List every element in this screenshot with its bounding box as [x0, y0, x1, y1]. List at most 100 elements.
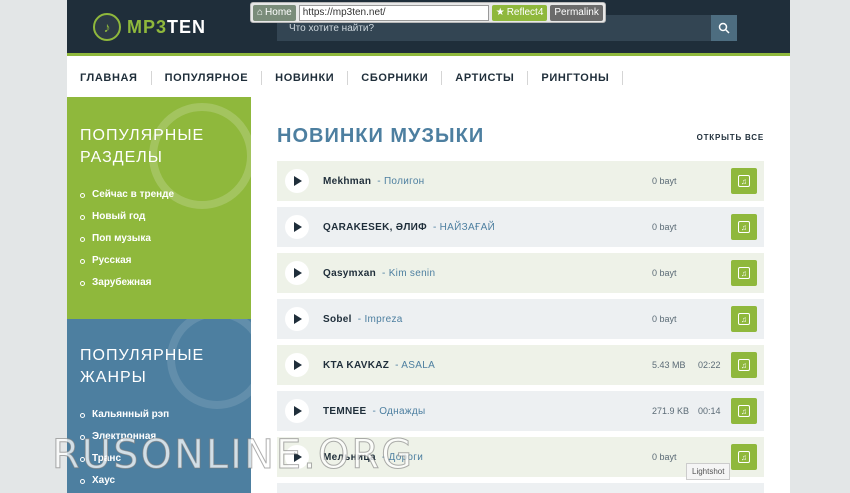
search-icon [718, 22, 730, 34]
site-container: ♪ MP3TEN ГЛАВНАЯ ПОПУЛЯРНОЕ НОВИНКИ СБОР… [67, 0, 790, 493]
download-button[interactable]: ♫ [731, 306, 757, 332]
genres-title: ПОПУЛЯРНЫЕ ЖАНРЫ [80, 345, 204, 389]
url-field[interactable]: https://mp3ten.net/ [298, 4, 489, 21]
bullet-icon [80, 192, 85, 198]
download-button[interactable]: ♫ [731, 398, 757, 424]
nav-item-artists[interactable]: АРТИСТЫ [442, 71, 529, 85]
lightshot-tooltip: Lightshot [686, 463, 731, 480]
nav-item-new[interactable]: НОВИНКИ [262, 71, 349, 85]
track-title[interactable]: Qasymxan - Kim senin [323, 268, 435, 279]
bullet-icon [80, 478, 85, 484]
play-button[interactable] [285, 169, 309, 193]
bullet-icon [80, 236, 85, 242]
sidebar-item-hookah-rap[interactable]: Кальянный рэп [80, 404, 169, 426]
track-song: - Однажды [372, 405, 426, 417]
home-icon: ⌂ [257, 7, 264, 18]
sidebar-item-label: Поп музыка [92, 233, 151, 244]
sidebar-item-label: Новый год [92, 211, 146, 222]
track-artist: TEMNEE [323, 405, 367, 417]
star-icon: ★ [495, 7, 505, 18]
permalink-button[interactable]: Permalink [550, 4, 603, 21]
download-button[interactable]: ♫ [731, 352, 757, 378]
track-size: 0 bayt [652, 222, 677, 232]
music-file-icon: ♫ [738, 313, 750, 325]
track-duration: 00:14 [698, 406, 721, 416]
open-all-link[interactable]: ОТКРЫТЬ ВСЕ [697, 133, 764, 142]
track-row: Sobel - Impreza 0 bayt ♫ [277, 299, 764, 339]
sidebar-item-pop[interactable]: Поп музыка [80, 228, 174, 250]
nav-item-home[interactable]: ГЛАВНАЯ [67, 71, 152, 85]
play-button[interactable] [285, 399, 309, 423]
track-song: - Kim senin [382, 267, 436, 279]
download-button[interactable]: ♫ [731, 214, 757, 240]
sidebar-item-new-year[interactable]: Новый год [80, 206, 174, 228]
track-title[interactable]: QARAKESEK, ӘЛИФ - НАЙЗАҒАЙ [323, 222, 495, 233]
track-duration: 02:22 [698, 360, 721, 370]
home-button[interactable]: ⌂ Home [253, 4, 296, 21]
track-title[interactable]: TEMNEE - Однажды [323, 406, 425, 417]
track-song: - Impreza [357, 313, 403, 325]
music-file-icon: ♫ [738, 359, 750, 371]
sidebar-item-label: Русская [92, 255, 132, 266]
track-size: 0 bayt [652, 176, 677, 186]
track-title[interactable]: Mekhman - Полигон [323, 176, 425, 187]
nav-item-popular[interactable]: ПОПУЛЯРНОЕ [152, 71, 263, 85]
track-song: - НАЙЗАҒАЙ [432, 221, 496, 233]
reflect-button[interactable]: ★ Reflect4 [491, 4, 548, 21]
page-background-right [790, 0, 850, 493]
track-row: KTA KAVKAZ - ASALA 5.43 MB 02:22 ♫ [277, 345, 764, 385]
track-row: QARAKESEK, ӘЛИФ - НАЙЗАҒАЙ 0 bayt ♫ [277, 207, 764, 247]
track-size: 0 bayt [652, 452, 677, 462]
bullet-icon [80, 412, 85, 418]
page-background-left [0, 0, 67, 493]
track-song: - Полигон [377, 175, 425, 187]
sidebar-item-trending[interactable]: Сейчас в тренде [80, 184, 174, 206]
play-button[interactable] [285, 307, 309, 331]
download-button[interactable]: ♫ [731, 260, 757, 286]
sidebar-popular-sections: ПОПУЛЯРНЫЕ РАЗДЕЛЫ Сейчас в тренде Новый… [67, 97, 251, 319]
logo[interactable]: ♪ MP3TEN [93, 13, 206, 41]
search-button[interactable] [711, 15, 737, 41]
track-artist: Qasymxan [323, 267, 376, 279]
genres-title-line-1: ПОПУЛЯРНЫЕ [80, 347, 205, 364]
track-artist: QARAKESEK, ӘЛИФ [323, 221, 427, 233]
page-title: НОВИНКИ МУЗЫКИ [277, 125, 485, 147]
music-note-icon: ♪ [93, 13, 121, 41]
sections-title: ПОПУЛЯРНЫЕ РАЗДЕЛЫ [80, 125, 204, 169]
sidebar-item-russian[interactable]: Русская [80, 250, 174, 272]
play-button[interactable] [285, 261, 309, 285]
sections-list: Сейчас в тренде Новый год Поп музыка Рус… [80, 184, 174, 294]
track-size: 5.43 MB [652, 360, 686, 370]
download-button[interactable]: ♫ [731, 168, 757, 194]
download-button[interactable]: ♫ [731, 444, 757, 470]
music-file-icon: ♫ [738, 267, 750, 279]
nav-item-ringtones[interactable]: РИНГТОНЫ [528, 71, 624, 85]
track-title[interactable]: KTA KAVKAZ - ASALA [323, 360, 435, 371]
reflect-label: Reflect4 [506, 7, 544, 18]
track-row: TEMNEE - Однажды 271.9 KB 00:14 ♫ [277, 391, 764, 431]
sidebar-item-label: Сейчас в тренде [92, 189, 175, 200]
logo-text-part-1: MP3 [127, 16, 168, 37]
track-row-partial [277, 483, 764, 493]
track-artist: Mekhman [323, 175, 372, 187]
bullet-icon [80, 280, 85, 286]
track-artist: Sobel [323, 313, 352, 325]
bullet-icon [80, 214, 85, 220]
logo-text: MP3TEN [127, 17, 206, 38]
nav-item-collections[interactable]: СБОРНИКИ [348, 71, 443, 85]
sidebar-item-foreign[interactable]: Зарубежная [80, 272, 174, 294]
logo-text-part-2: TEN [167, 16, 207, 37]
play-button[interactable] [285, 215, 309, 239]
music-file-icon: ♫ [738, 451, 750, 463]
track-row: Qasymxan - Kim senin 0 bayt ♫ [277, 253, 764, 293]
track-title[interactable]: Sobel - Impreza [323, 314, 403, 325]
play-button[interactable] [285, 353, 309, 377]
sections-title-line-1: ПОПУЛЯРНЫЕ [80, 127, 205, 144]
sidebar-item-label: Зарубежная [92, 277, 152, 288]
home-label: Home [265, 7, 292, 18]
track-song: - ASALA [395, 359, 436, 371]
sidebar-item-label: Кальянный рэп [92, 409, 170, 420]
music-file-icon: ♫ [738, 175, 750, 187]
music-file-icon: ♫ [738, 405, 750, 417]
track-size: 0 bayt [652, 314, 677, 324]
